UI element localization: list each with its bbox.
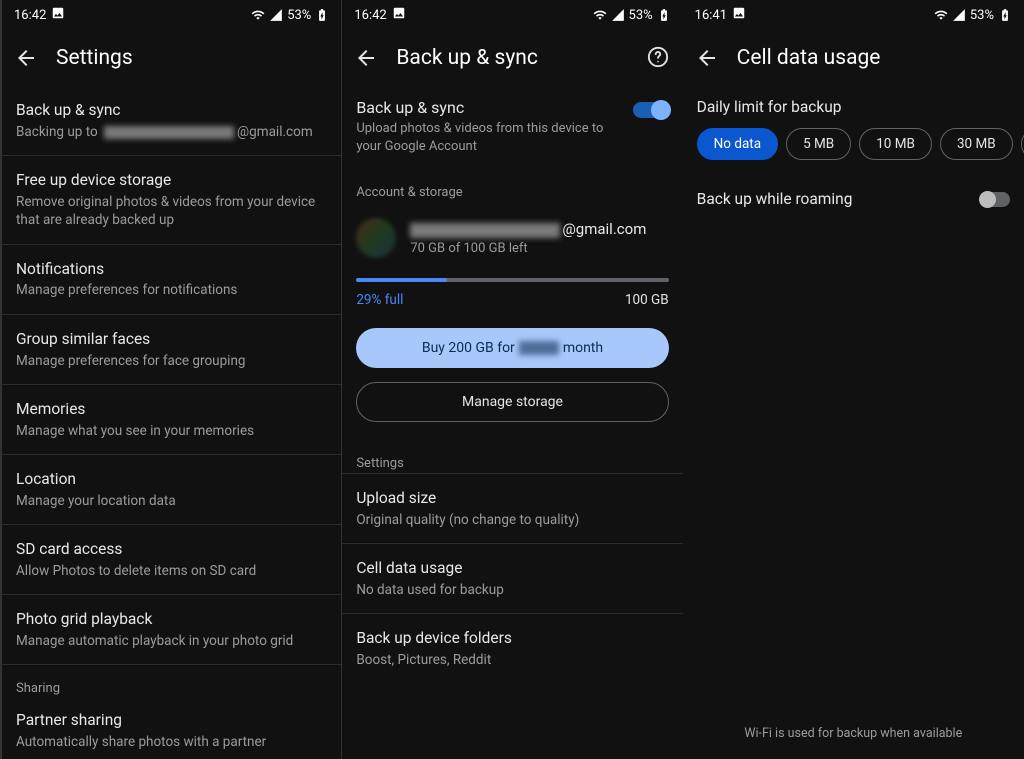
storage-bar	[356, 278, 668, 282]
account-email: @gmail.com	[410, 220, 668, 238]
chip-no-data[interactable]: No data	[697, 128, 778, 160]
status-time: 16:41	[695, 8, 727, 23]
back-icon[interactable]	[695, 46, 719, 70]
storage-bar-fill	[356, 278, 447, 282]
status-bar: 16:42 53%	[2, 0, 341, 30]
item-grid-playback[interactable]: Photo grid playback Manage automatic pla…	[2, 595, 341, 665]
wifi-icon	[593, 8, 607, 22]
item-free-storage[interactable]: Free up device storage Remove original p…	[2, 156, 341, 244]
roaming-label: Back up while roaming	[697, 190, 853, 208]
manage-storage-button[interactable]: Manage storage	[356, 382, 668, 422]
toggle-roaming[interactable]	[980, 192, 1010, 207]
page-title: Settings	[56, 46, 329, 70]
item-location[interactable]: Location Manage your location data	[2, 455, 341, 525]
section-sharing: Sharing	[2, 665, 341, 704]
battery-text: 53%	[287, 8, 311, 23]
item-title: Back up & sync	[16, 100, 327, 121]
item-sdcard[interactable]: SD card access Allow Photos to delete it…	[2, 525, 341, 595]
page-title: Cell data usage	[737, 46, 1012, 70]
redacted-email	[104, 126, 234, 139]
screen-settings: 16:42 53% Settings Back up & sync Backin…	[0, 0, 341, 759]
item-device-folders[interactable]: Back up device folders Boost, Pictures, …	[342, 613, 682, 683]
avatar	[356, 218, 396, 258]
chip-5mb[interactable]: 5 MB	[786, 128, 851, 160]
battery-icon	[998, 8, 1012, 22]
battery-icon	[657, 8, 671, 22]
wifi-icon	[934, 8, 948, 22]
status-bar: 16:42 53%	[342, 0, 682, 30]
redacted-price	[519, 341, 559, 355]
item-notifications[interactable]: Notifications Manage preferences for not…	[2, 245, 341, 315]
battery-text: 53%	[629, 8, 653, 23]
chip-unlimited[interactable]: Un	[1021, 128, 1024, 160]
footer-note: Wi-Fi is used for backup when available	[683, 726, 1024, 741]
status-time: 16:42	[14, 8, 46, 23]
section-account: Account & storage	[342, 169, 682, 208]
storage-left-text: 70 GB of 100 GB left	[410, 241, 668, 256]
back-icon[interactable]	[14, 46, 38, 70]
screen-cell-data: 16:41 53% Cell data usage Daily limit fo…	[683, 0, 1024, 759]
status-bar: 16:41 53%	[683, 0, 1024, 30]
battery-text: 53%	[970, 8, 994, 23]
item-sub: Backing up to @gmail.com	[16, 123, 327, 141]
storage-total: 100 GB	[625, 292, 669, 308]
item-upload-size[interactable]: Upload size Original quality (no change …	[342, 473, 682, 543]
wifi-icon	[251, 8, 265, 22]
chip-10mb[interactable]: 10 MB	[859, 128, 932, 160]
screen-backup-sync: 16:42 53% Back up & sync Back up & sync …	[341, 0, 682, 759]
app-bar: Cell data usage	[683, 30, 1024, 86]
status-time: 16:42	[354, 8, 386, 23]
backup-header: Back up & sync Upload photos & videos fr…	[342, 86, 682, 169]
item-memories[interactable]: Memories Manage what you see in your mem…	[2, 385, 341, 455]
heading-daily-limit: Daily limit for backup	[683, 86, 1024, 128]
item-group-faces[interactable]: Group similar faces Manage preferences f…	[2, 315, 341, 385]
section-settings: Settings	[342, 434, 682, 473]
item-partner-sharing[interactable]: Partner sharing Automatically share phot…	[2, 704, 341, 759]
storage-meter: 29% full 100 GB	[342, 264, 682, 314]
help-icon[interactable]	[647, 46, 671, 70]
image-icon	[51, 6, 65, 24]
app-bar: Back up & sync	[342, 30, 682, 86]
redacted-email	[410, 223, 560, 238]
toggle-backup[interactable]	[633, 102, 669, 118]
signal-icon	[952, 8, 966, 22]
back-icon[interactable]	[354, 46, 378, 70]
account-row[interactable]: @gmail.com 70 GB of 100 GB left	[342, 208, 682, 264]
item-cell-data-usage[interactable]: Cell data usage No data used for backup	[342, 543, 682, 613]
page-title: Back up & sync	[396, 46, 628, 70]
signal-icon	[611, 8, 625, 22]
signal-icon	[269, 8, 283, 22]
chip-30mb[interactable]: 30 MB	[940, 128, 1013, 160]
app-bar: Settings	[2, 30, 341, 86]
header-sub: Upload photos & videos from this device …	[356, 120, 620, 155]
image-icon	[392, 6, 406, 24]
item-backup-sync[interactable]: Back up & sync Backing up to @gmail.com	[2, 86, 341, 156]
battery-icon	[315, 8, 329, 22]
header-title: Back up & sync	[356, 98, 620, 117]
image-icon	[732, 6, 746, 24]
storage-pct: 29% full	[356, 292, 403, 308]
buy-storage-button[interactable]: Buy 200 GB formonth	[356, 328, 668, 368]
chip-group: No data 5 MB 10 MB 30 MB Un	[683, 128, 1024, 160]
item-roaming[interactable]: Back up while roaming	[683, 160, 1024, 222]
